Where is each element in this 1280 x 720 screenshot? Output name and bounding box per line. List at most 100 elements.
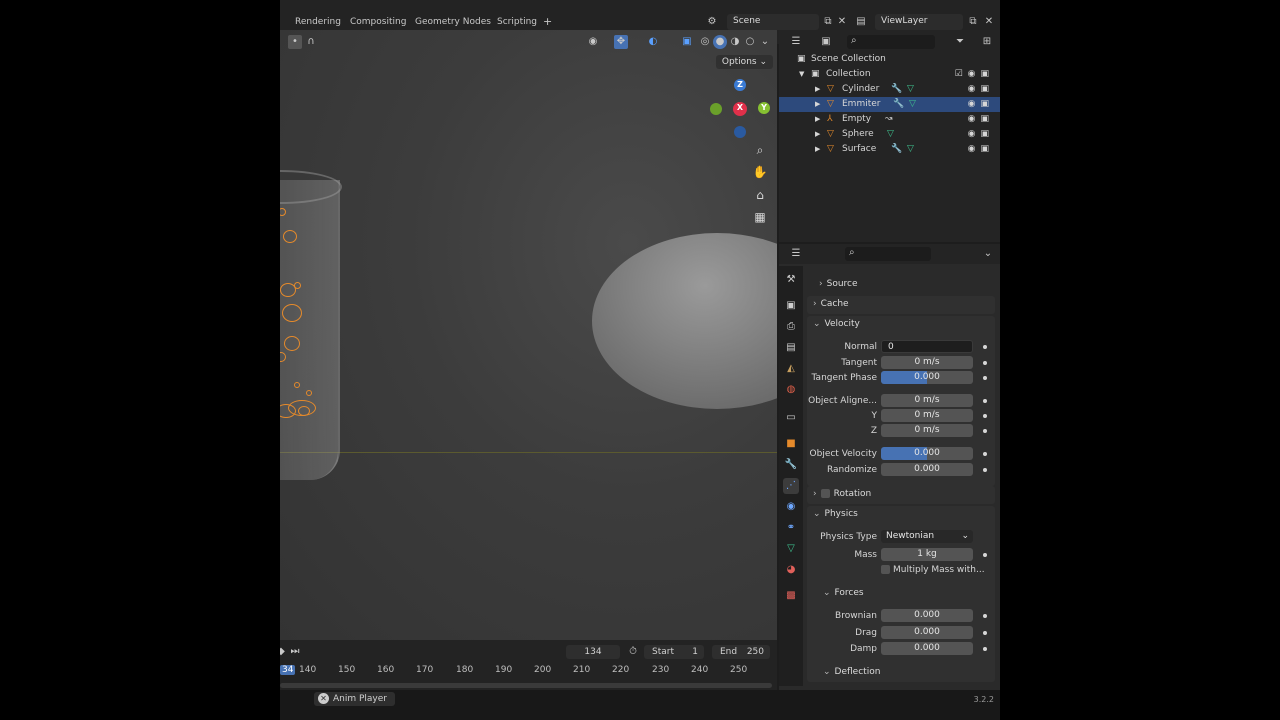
source-subpanel[interactable]: › Source — [819, 279, 858, 289]
filter-icon[interactable]: ⏷ — [953, 35, 967, 49]
tab-scripting[interactable]: Scripting — [497, 17, 537, 27]
object-velocity-slider[interactable]: 0.000 — [881, 447, 973, 460]
chevron-right-icon[interactable]: ▶ — [815, 142, 820, 157]
viewlayer-selector[interactable]: ViewLayer — [875, 14, 963, 30]
tangent-phase-slider[interactable]: 0.000 — [881, 371, 973, 384]
editor-type-icon[interactable]: ☰ — [789, 35, 803, 49]
keyframe-dot[interactable] — [983, 614, 987, 618]
physics-type-dropdown[interactable]: Newtonian ⌄ — [881, 530, 973, 543]
keyframe-dot[interactable] — [983, 399, 987, 403]
drag-field[interactable]: 0.000 — [881, 626, 973, 639]
outliner-item-sphere[interactable]: ▶ ▽ Sphere ▽ ◉▣ — [779, 127, 1000, 142]
tab-compositing[interactable]: Compositing — [350, 17, 406, 27]
gizmo-neg-z-axis[interactable] — [734, 126, 746, 138]
particles-tab-icon[interactable]: ⋰ — [783, 478, 799, 494]
camera-icon[interactable]: ⌂ — [752, 187, 768, 203]
start-frame-field[interactable]: Start 1 — [644, 645, 704, 659]
pan-hand-icon[interactable]: ✋ — [752, 164, 768, 180]
keyframe-dot[interactable] — [983, 468, 987, 472]
item-toggles[interactable]: ◉▣ — [968, 142, 994, 157]
zoom-icon[interactable]: ⌕ — [752, 142, 768, 158]
outliner-item-empty[interactable]: ▶ ⅄ Empty ↝ ◉▣ — [779, 112, 1000, 127]
randomize-field[interactable]: 0.000 — [881, 463, 973, 476]
material-shading-icon[interactable]: ◑ — [728, 35, 742, 49]
rotation-panel[interactable]: › Rotation — [807, 486, 995, 504]
texture-tab-icon[interactable]: ▩ — [783, 588, 799, 604]
cache-panel[interactable]: › Cache — [807, 296, 995, 314]
keyframe-dot[interactable] — [983, 345, 987, 349]
item-toggles[interactable]: ◉▣ — [968, 112, 994, 127]
solid-shading-icon[interactable]: ● — [713, 35, 727, 49]
object-aligned-y-field[interactable]: 0 m/s — [881, 409, 973, 422]
brownian-field[interactable]: 0.000 — [881, 609, 973, 622]
shading-dropdown-icon[interactable]: ⌄ — [758, 35, 772, 49]
output-tab-icon[interactable]: ⎙ — [783, 319, 799, 335]
keyframe-dot[interactable] — [983, 647, 987, 651]
outliner-item-cylinder[interactable]: ▶ ▽ Cylinder 🔧 ▽ ◉▣ — [779, 82, 1000, 97]
current-frame-field[interactable]: 134 — [566, 645, 620, 659]
damp-field[interactable]: 0.000 — [881, 642, 973, 655]
forces-header[interactable]: ⌄ Forces — [823, 588, 864, 598]
keyframe-dot[interactable] — [983, 414, 987, 418]
add-workspace-button[interactable]: + — [543, 15, 552, 28]
tab-geometry-nodes[interactable]: Geometry Nodes — [415, 17, 491, 27]
rotation-checkbox[interactable] — [820, 489, 830, 498]
snap-icon[interactable]: • — [288, 35, 302, 49]
item-toggles[interactable]: ◉▣ — [968, 82, 994, 97]
options-dropdown[interactable]: Options ⌄ — [715, 55, 773, 69]
copy-viewlayer-icon[interactable]: ⧉ — [966, 15, 980, 29]
falloff-icon[interactable]: ∩ — [304, 35, 318, 49]
chevron-right-icon[interactable]: ▶ — [815, 127, 820, 142]
render-tab-icon[interactable]: ▣ — [783, 298, 799, 314]
object-aligned-x-field[interactable]: 0 m/s — [881, 394, 973, 407]
deflection-header[interactable]: ⌄ Deflection — [823, 667, 880, 677]
visibility-icon[interactable]: ◉ — [586, 35, 600, 49]
gizmo-y-axis[interactable]: Y — [758, 102, 770, 114]
jump-end-icon[interactable]: ⏭ — [288, 645, 302, 659]
viewlayer-icon[interactable]: ▤ — [854, 15, 868, 29]
preview-range-icon[interactable]: ⏱ — [626, 645, 640, 659]
grid-perspective-icon[interactable]: ▦ — [752, 209, 768, 225]
scene-icon[interactable]: ⚙ — [705, 15, 719, 29]
xray-icon[interactable]: ▣ — [680, 35, 694, 49]
mass-field[interactable]: 1 kg — [881, 548, 973, 561]
material-tab-icon[interactable]: ◕ — [783, 562, 799, 578]
rendered-shading-icon[interactable]: ○ — [743, 35, 757, 49]
object-aligned-z-field[interactable]: 0 m/s — [881, 424, 973, 437]
keyframe-dot[interactable] — [983, 361, 987, 365]
wireframe-shading-icon[interactable]: ◎ — [698, 35, 712, 49]
velocity-header[interactable]: ⌄ Velocity — [813, 319, 860, 329]
tool-tab-icon[interactable]: ⚒ — [783, 272, 799, 288]
item-toggles[interactable]: ◉▣ — [968, 127, 994, 142]
keyframe-dot[interactable] — [983, 452, 987, 456]
gizmo-x-axis[interactable]: X — [733, 102, 747, 116]
end-frame-field[interactable]: End 250 — [712, 645, 770, 659]
gizmo-neg-y-axis[interactable] — [710, 103, 722, 115]
keyframe-dot[interactable] — [983, 429, 987, 433]
properties-search-input[interactable]: ⌕ — [845, 247, 931, 261]
chevron-right-icon[interactable]: ▶ — [815, 82, 820, 97]
close-viewlayer-icon[interactable]: ✕ — [982, 15, 996, 29]
close-scene-icon[interactable]: ✕ — [835, 15, 849, 29]
close-icon[interactable]: ✕ — [318, 693, 329, 704]
keyframe-dot[interactable] — [983, 376, 987, 380]
multiply-mass-checkbox[interactable] — [881, 565, 890, 574]
outliner-item-surface[interactable]: ▶ ▽ Surface 🔧 ▽ ◉▣ — [779, 142, 1000, 157]
multiply-mass-checkbox-row[interactable]: Multiply Mass with... — [881, 565, 985, 575]
physics-header[interactable]: ⌄ Physics — [813, 509, 858, 519]
item-toggles[interactable]: ◉▣ — [968, 97, 994, 112]
playhead-frame[interactable]: 34 — [280, 665, 296, 675]
outliner-search-input[interactable]: ⌕ — [847, 35, 935, 49]
overlay-icon[interactable]: ◐ — [646, 35, 660, 49]
3d-viewport[interactable]: • ∩ ◉ ✥ ◐ ▣ ◎ ● ◑ ○ ⌄ Options ⌄ Z X Y ⌕ … — [280, 30, 777, 640]
chevron-right-icon[interactable]: ▶ — [815, 97, 820, 112]
editor-type-icon[interactable]: ☰ — [789, 247, 803, 261]
keyframe-dot[interactable] — [983, 553, 987, 557]
gizmo-z-axis[interactable]: Z — [734, 79, 746, 91]
gizmo-toggle-icon[interactable]: ✥ — [614, 35, 628, 49]
keyframe-icon[interactable]: ◆ — [280, 645, 288, 659]
tangent-field[interactable]: 0 m/s — [881, 356, 973, 369]
collection-row[interactable]: ▼ ▣ Collection ☑◉▣ — [779, 67, 1000, 82]
tab-rendering[interactable]: Rendering — [295, 17, 341, 27]
new-collection-icon[interactable]: ⊞ — [980, 35, 994, 49]
